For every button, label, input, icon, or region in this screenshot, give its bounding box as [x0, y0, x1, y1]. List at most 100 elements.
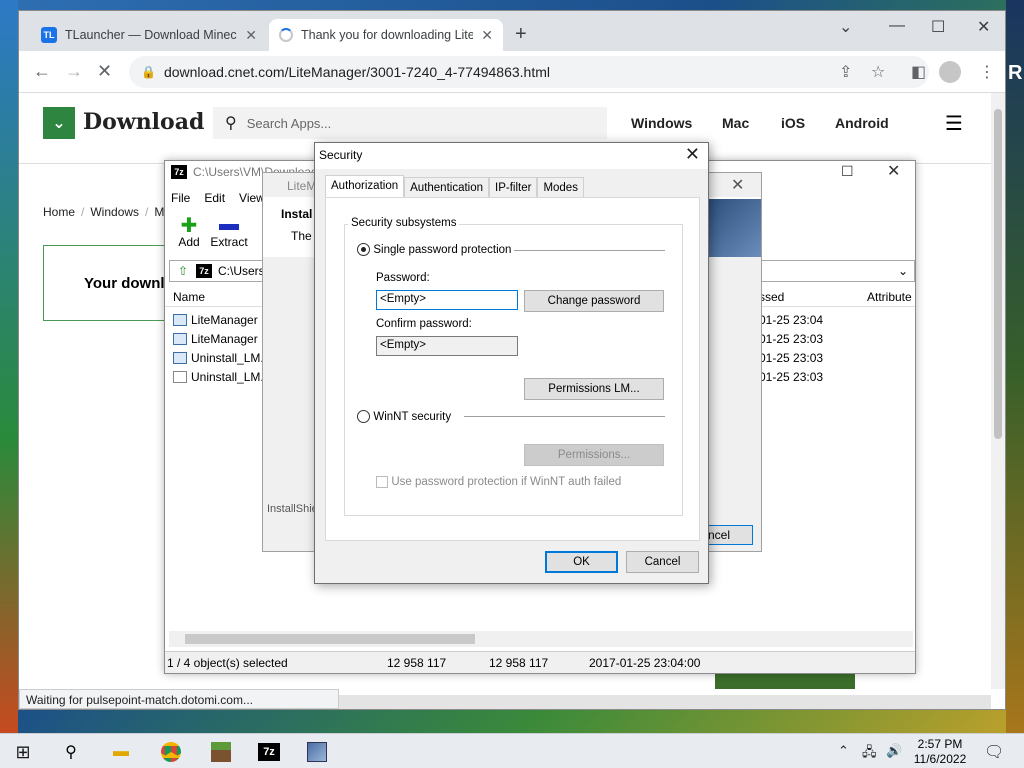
table-row[interactable]: LiteManager P [173, 313, 269, 327]
stop-loading-icon[interactable]: ✕ [97, 61, 112, 82]
path-dropdown-icon[interactable]: ⌄ [898, 264, 908, 278]
breadcrumb-home[interactable]: Home [43, 205, 75, 219]
checkbox-icon [376, 475, 388, 488]
table-row[interactable]: Uninstall_LM.t [173, 370, 267, 384]
tab-litemanager[interactable]: Thank you for downloading LiteManager ✕ [269, 19, 503, 51]
7zip-horizontal-scrollbar[interactable] [169, 631, 913, 647]
page-scrollbar[interactable] [991, 93, 1005, 689]
up-folder-icon[interactable]: ⇧ [170, 264, 196, 278]
permissions-button[interactable]: Permissions... [524, 444, 664, 466]
file-icon [173, 314, 187, 326]
file-name: LiteManager P [191, 313, 270, 327]
file-name: Uninstall_LM.t [191, 370, 268, 384]
search-placeholder: Search Apps... [246, 115, 332, 131]
menu-view[interactable]: View [239, 191, 265, 205]
forward-icon[interactable]: → [65, 61, 83, 82]
bookmark-star-icon[interactable]: ☆ [871, 62, 885, 82]
tab-close-icon[interactable]: ✕ [245, 27, 257, 44]
taskbar: ⊞ ⚲ ▬ 7z ⌃ 🖧 🔊 2:57 PM 11/6/2022 🗨 [0, 733, 1024, 768]
7zip-maximize-icon[interactable]: ☐ [841, 163, 854, 180]
menu-file[interactable]: File [171, 191, 190, 205]
col-name[interactable]: Name [173, 290, 205, 304]
password-field[interactable]: <Empty> [376, 290, 518, 310]
col-accessed[interactable]: ssed [759, 290, 784, 304]
7zip-icon: 7z [171, 165, 187, 179]
download-status-box: Your downl [43, 245, 173, 321]
table-row[interactable]: LiteManager P [173, 332, 269, 346]
search-icon[interactable]: ⚲ [56, 738, 86, 766]
chrome-icon[interactable] [156, 738, 186, 766]
tab-modes[interactable]: Modes [537, 177, 584, 199]
authorization-panel: Security subsystems Single password prot… [325, 197, 700, 541]
ok-button[interactable]: OK [545, 551, 618, 573]
page-horizontal-scrollbar[interactable] [339, 695, 991, 709]
notifications-icon[interactable]: 🗨 [984, 742, 1004, 762]
tab-authorization[interactable]: Authorization [325, 175, 405, 199]
close-window-icon[interactable]: ✕ [977, 17, 990, 37]
path-7z-icon: 7z [196, 264, 212, 278]
menu-kebab-icon[interactable]: ⋮ [979, 62, 995, 82]
tab-ip-filter[interactable]: IP-filter [489, 177, 538, 199]
installer-taskbar-icon[interactable] [302, 738, 332, 766]
minimize-icon[interactable]: — [889, 17, 905, 35]
tab-close-icon[interactable]: ✕ [481, 27, 493, 44]
cnet-logo-text[interactable]: Download [83, 109, 204, 135]
cnet-download-logo-icon[interactable]: ⌄ [43, 107, 75, 139]
7zip-taskbar-icon[interactable]: 7z [254, 738, 284, 766]
loading-spinner-icon [279, 28, 293, 42]
volume-icon[interactable]: 🔊 [886, 743, 902, 759]
file-date: 01-25 23:03 [759, 332, 824, 346]
new-tab-button[interactable]: + [515, 23, 527, 46]
network-icon[interactable]: 🖧 [862, 743, 877, 765]
installer-cancel-button[interactable]: ncel [703, 525, 753, 545]
extract-button[interactable]: ▬ Extract [205, 213, 253, 249]
hamburger-menu-icon[interactable]: ☰ [945, 111, 963, 136]
tab-strip: TL TLauncher — Download Minecraft ✕ Than… [19, 11, 1005, 51]
use-password-checkbox[interactable]: Use password protection if WinNT auth fa… [376, 474, 621, 488]
change-password-button[interactable]: Change password [524, 290, 664, 312]
7zip-status-bar: 1 / 4 object(s) selected 12 958 117 12 9… [165, 651, 915, 673]
table-row[interactable]: Uninstall_LM.e [173, 351, 270, 365]
7zip-close-icon[interactable]: ✕ [887, 161, 900, 181]
winnt-security-radio[interactable]: WinNT security [357, 409, 451, 424]
tab-tlauncher[interactable]: TL TLauncher — Download Minecraft ✕ [31, 19, 267, 51]
confirm-password-field[interactable]: <Empty> [376, 336, 518, 356]
radio-unselected-icon [357, 410, 370, 424]
status-size: 12 958 117 [387, 656, 447, 670]
nav-windows[interactable]: Windows [631, 115, 692, 131]
status-modified: 2017-01-25 23:04:00 [589, 656, 701, 670]
desktop-background-right: R [1006, 0, 1024, 733]
nav-ios[interactable]: iOS [781, 115, 805, 131]
col-attributes[interactable]: Attribute [867, 290, 912, 304]
tab-authentication[interactable]: Authentication [404, 177, 490, 199]
menu-edit[interactable]: Edit [204, 191, 225, 205]
url-text: download.cnet.com/LiteManager/3001-7240_… [163, 64, 550, 80]
breadcrumb-windows[interactable]: Windows [90, 205, 139, 219]
security-tabs: Authorization Authentication IP-filter M… [325, 175, 584, 199]
permissions-lm-button[interactable]: Permissions LM... [524, 378, 664, 400]
search-apps-input[interactable]: ⚲ Search Apps... [213, 107, 607, 139]
minecraft-icon[interactable] [206, 738, 236, 766]
tray-chevron-icon[interactable]: ⌃ [838, 743, 849, 759]
share-icon[interactable]: ⇪ [839, 62, 852, 82]
back-icon[interactable]: ← [33, 61, 51, 82]
maximize-icon[interactable]: ☐ [931, 17, 945, 37]
security-close-icon[interactable]: ✕ [685, 144, 700, 165]
divider [464, 416, 665, 417]
tab-search-chevron-icon[interactable]: ⌄ [839, 17, 852, 37]
profile-avatar-icon[interactable] [939, 61, 961, 83]
installer-close-icon[interactable]: ✕ [731, 175, 744, 195]
breadcrumb-m[interactable]: M [154, 205, 164, 219]
file-explorer-icon[interactable]: ▬ [106, 738, 136, 766]
side-panel-icon[interactable]: ◧ [911, 62, 926, 82]
start-windows-icon[interactable]: ⊞ [8, 738, 38, 766]
address-bar[interactable]: 🔒 download.cnet.com/LiteManager/3001-724… [129, 56, 929, 88]
nav-android[interactable]: Android [835, 115, 889, 131]
nav-mac[interactable]: Mac [722, 115, 749, 131]
security-titlebar: Security ✕ [315, 143, 708, 169]
single-password-radio[interactable]: Single password protection [357, 242, 511, 257]
taskbar-clock[interactable]: 2:57 PM 11/6/2022 [910, 737, 970, 767]
cancel-button[interactable]: Cancel [626, 551, 699, 573]
confirm-password-label: Confirm password: [376, 318, 472, 330]
installer-banner-image [705, 199, 761, 257]
